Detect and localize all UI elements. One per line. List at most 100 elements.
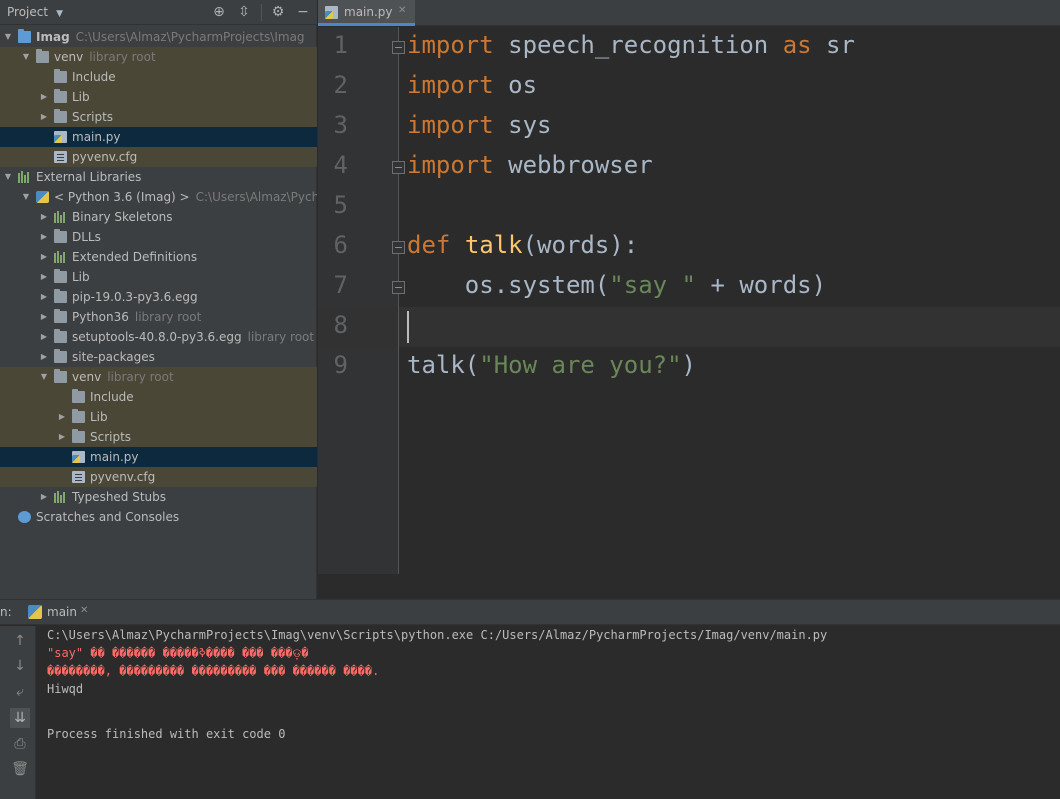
tree-item[interactable]: ▶ site-packages [0, 347, 317, 367]
console-line: Process finished with exit code 0 [47, 727, 286, 741]
tree-item-label: Include [90, 387, 134, 407]
chevron-right-icon[interactable]: ▶ [39, 107, 49, 127]
hide-icon[interactable]: − [294, 3, 312, 21]
tree-item[interactable]: Include [0, 387, 317, 407]
close-icon[interactable]: ✕ [398, 5, 406, 16]
close-icon[interactable]: ✕ [80, 605, 88, 616]
run-toolbar: ↑ ↓ ⤶ ⇊ ⎙ 🗑 [0, 626, 36, 799]
tree-item[interactable]: ▶ Binary Skeletons [0, 207, 317, 227]
tree-item[interactable]: main.py [0, 127, 317, 147]
tree-item[interactable]: ▼ < Python 3.6 (Imag) > C:\Users\Almaz\Pyc… [0, 187, 317, 207]
tab-main-py[interactable]: main.py ✕ [318, 0, 415, 26]
folder-icon [72, 409, 85, 423]
text-caret [407, 311, 409, 343]
chevron-right-icon[interactable]: ▶ [39, 287, 49, 307]
gutter-divider [398, 27, 399, 574]
code-line-1: import speech_recognition as sr [407, 31, 855, 59]
arrow-down-icon[interactable]: ↓ [10, 656, 30, 676]
tree-item-label: main.py [72, 127, 121, 147]
tree-item[interactable]: ▼ External Libraries [0, 167, 317, 187]
config-file-icon [54, 151, 67, 163]
tree-item-name: Python36 [72, 310, 129, 324]
chevron-right-icon[interactable]: ▶ [39, 207, 49, 227]
current-line-highlight [318, 307, 1060, 347]
chevron-right-icon[interactable]: ▶ [39, 487, 49, 507]
tree-item[interactable]: ▶ Typeshed Stubs [0, 487, 317, 507]
tree-item[interactable]: ▶ Python36 library root [0, 307, 317, 327]
chevron-down-icon[interactable]: ▼ [39, 367, 49, 387]
line-number: 7 [333, 271, 348, 299]
chevron-right-icon[interactable]: ▶ [57, 427, 67, 447]
fold-marker-icon[interactable] [392, 241, 405, 254]
tree-item[interactable]: Scratches and Consoles [0, 507, 317, 527]
folder-icon [72, 389, 85, 403]
code-line-4: import webbrowser [407, 151, 653, 179]
scroll-to-end-icon[interactable]: ⇊ [10, 708, 30, 728]
chevron-right-icon[interactable]: ▶ [39, 247, 49, 267]
tree-item[interactable]: Include [0, 67, 317, 87]
tree-item[interactable]: ▶ Lib [0, 87, 317, 107]
tree-item-name: site-packages [72, 350, 155, 364]
tree-item[interactable]: ▶ setuptools-40.8.0-py3.6.egg library root [0, 327, 317, 347]
tree-item[interactable]: ▼ Imag C:\Users\Almaz\PycharmProjects\Imag [0, 27, 317, 47]
folder-icon [54, 89, 67, 103]
run-tab-main[interactable]: main [47, 605, 77, 619]
line-number: 1 [333, 31, 348, 59]
project-view-selector[interactable]: Project ▼ [7, 5, 63, 19]
chevron-right-icon[interactable]: ▶ [39, 307, 49, 327]
tree-item-label: main.py [90, 447, 139, 467]
tree-item[interactable]: ▶ Scripts [0, 107, 317, 127]
chevron-down-icon[interactable]: ▼ [3, 167, 13, 187]
tree-item[interactable]: ▼ venv library root [0, 367, 317, 387]
print-icon[interactable]: ⎙ [10, 734, 30, 754]
chevron-down-icon[interactable]: ▼ [21, 187, 31, 207]
chevron-right-icon[interactable]: ▶ [39, 227, 49, 247]
chevron-right-icon[interactable]: ▶ [39, 347, 49, 367]
tree-item-name: main.py [72, 130, 121, 144]
tree-item-label: setuptools-40.8.0-py3.6.egg library root [72, 327, 314, 347]
tree-item-label: pyvenv.cfg [90, 467, 155, 487]
fold-marker-icon[interactable] [392, 281, 405, 294]
chevron-down-icon[interactable]: ▼ [3, 27, 13, 47]
code-line-6: def talk(words): [407, 231, 639, 259]
tree-item[interactable]: ▶ DLLs [0, 227, 317, 247]
tree-item[interactable]: pyvenv.cfg [0, 467, 317, 487]
chevron-down-icon[interactable]: ▼ [21, 47, 31, 67]
line-number: 8 [333, 311, 348, 339]
tree-item-name: pip-19.0.3-py3.6.egg [72, 290, 198, 304]
console-line: Hiwqd [47, 682, 84, 696]
tree-item[interactable]: ▶ pip-19.0.3-py3.6.egg [0, 287, 317, 307]
arrow-up-icon[interactable]: ↑ [10, 631, 30, 651]
tree-item-label: pyvenv.cfg [72, 147, 137, 167]
tree-item-label: Imag C:\Users\Almaz\PycharmProjects\Imag [36, 27, 305, 47]
chevron-right-icon[interactable]: ▶ [39, 327, 49, 347]
locate-icon[interactable]: ⊕ [210, 3, 228, 21]
line-number: 5 [333, 191, 348, 219]
fold-marker-icon[interactable] [392, 161, 405, 174]
tree-item[interactable]: ▶ Extended Definitions [0, 247, 317, 267]
chevron-right-icon[interactable]: ▶ [57, 407, 67, 427]
soft-wrap-icon[interactable]: ⤶ [10, 682, 30, 702]
tree-item-label: Lib [72, 87, 90, 107]
tree-item-name: Lib [90, 410, 108, 424]
run-console-output[interactable]: C:\Users\Almaz\PycharmProjects\Imag\venv… [37, 626, 1060, 799]
tree-item-name: DLLs [72, 230, 101, 244]
tree-item[interactable]: pyvenv.cfg [0, 147, 317, 167]
tree-item[interactable]: ▶ Lib [0, 267, 317, 287]
code-editor[interactable]: 1 2 3 4 5 6 7 8 9 import speech_recognit… [318, 27, 1060, 599]
tree-item[interactable]: ▼ venv library root [0, 47, 317, 67]
folder-icon [36, 49, 49, 63]
fold-marker-icon[interactable] [392, 41, 405, 54]
scratches-icon [18, 511, 31, 523]
tree-item[interactable]: ▶ Lib [0, 407, 317, 427]
trash-icon[interactable]: 🗑 [10, 759, 30, 779]
chevron-right-icon[interactable]: ▶ [39, 87, 49, 107]
gear-icon[interactable]: ⚙ [269, 3, 287, 21]
tree-item[interactable]: ▶ Scripts [0, 427, 317, 447]
tree-item[interactable]: main.py [0, 447, 317, 467]
chevron-right-icon[interactable]: ▶ [39, 267, 49, 287]
tree-item-name: External Libraries [36, 170, 142, 184]
tree-item-label: DLLs [72, 227, 101, 247]
collapse-icon[interactable]: ⇳ [235, 3, 253, 21]
tree-item-name: Scratches and Consoles [36, 510, 180, 524]
